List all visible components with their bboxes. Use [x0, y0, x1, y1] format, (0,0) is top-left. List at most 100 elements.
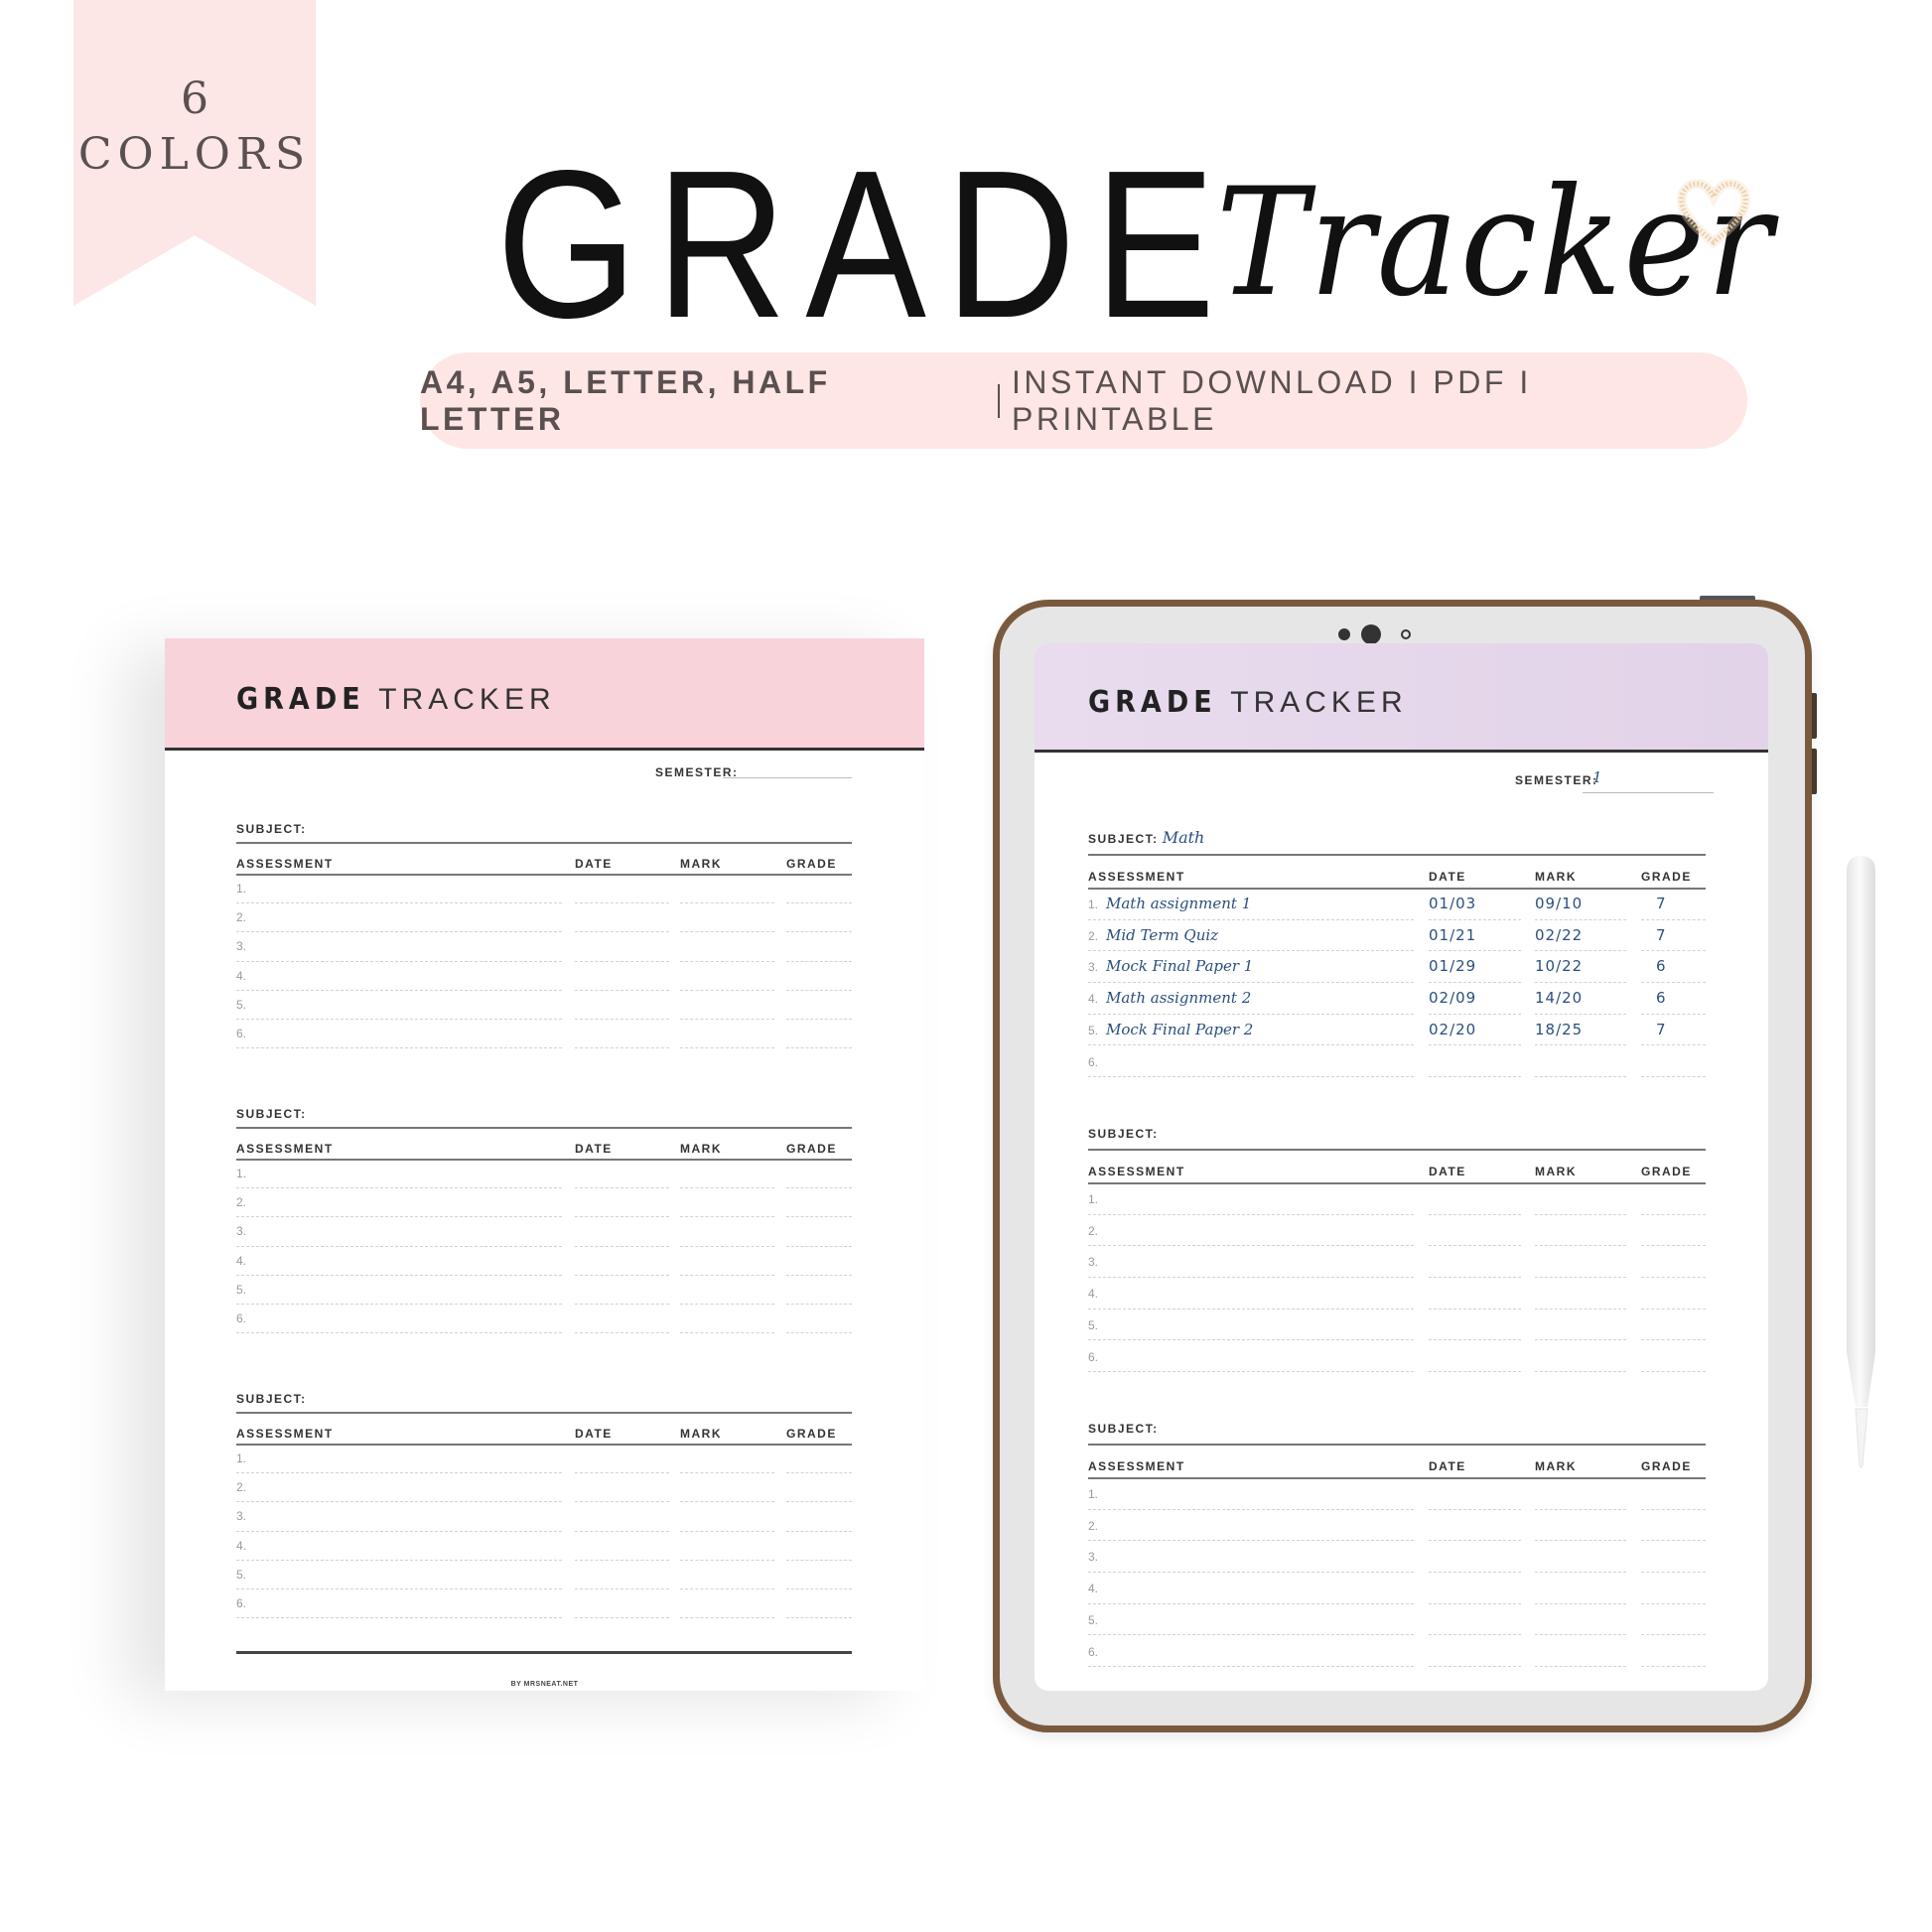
table-row[interactable]: 4. [1088, 1574, 1706, 1605]
entry-line-grade [786, 1530, 852, 1532]
table-row[interactable]: 3. [1088, 1247, 1706, 1279]
row-number: 3. [236, 939, 247, 954]
row-number: 4. [1088, 1287, 1099, 1302]
table-row[interactable]: 3. [1088, 1542, 1706, 1574]
table-row[interactable]: 1. Math assignment 1 01/03 09/10 7 [1088, 890, 1706, 921]
table-row[interactable]: 4. Math assignment 2 02/09 14/20 6 [1088, 984, 1706, 1016]
subject-section: SUBJECT: ASSESSMENT DATE MARK GRADE 1. 2. 3. 4. 5… [1088, 1123, 1706, 1383]
entry-line-mark [680, 989, 774, 991]
entry-line-mark [680, 1617, 774, 1619]
entry-line-grade [786, 989, 852, 991]
cell-assessment[interactable]: Math assignment 1 [1106, 895, 1251, 912]
entry-line-mark [680, 1472, 774, 1474]
table-row[interactable]: 4. [236, 963, 852, 992]
table-row[interactable]: 2. [1088, 1511, 1706, 1543]
table-row[interactable]: 3. [236, 1218, 852, 1247]
entry-line-grade [1641, 918, 1706, 920]
header-light: TRACKER [1230, 686, 1408, 719]
table-row[interactable]: 5. [1088, 1311, 1706, 1342]
cell-date[interactable]: 01/21 [1429, 926, 1476, 944]
entry-line-assessment [1088, 1540, 1414, 1542]
cell-assessment[interactable]: Math assignment 2 [1106, 989, 1251, 1007]
entry-line-date [1429, 950, 1521, 952]
entry-line-grade [786, 931, 852, 933]
table-row[interactable]: 1. [236, 1446, 852, 1474]
table-row[interactable]: 2. [236, 1474, 852, 1503]
table-row[interactable]: 4. [1088, 1279, 1706, 1311]
row-number: 1. [1088, 897, 1099, 911]
column-header-mark: MARK [680, 1142, 722, 1156]
semester-value[interactable]: 1 [1592, 768, 1602, 786]
row-number: 1. [1088, 1487, 1099, 1501]
cell-mark[interactable]: 18/25 [1535, 1021, 1583, 1038]
entry-line-date [1429, 1339, 1521, 1341]
table-row[interactable]: 6. [236, 1306, 852, 1334]
cell-mark[interactable]: 09/10 [1535, 895, 1583, 912]
table-row[interactable]: 3. Mock Final Paper 1 01/29 10/22 6 [1088, 952, 1706, 984]
table-row[interactable]: 3. [236, 1503, 852, 1532]
semester-field[interactable] [1583, 792, 1714, 793]
table-row[interactable]: 3. [236, 933, 852, 962]
cell-grade[interactable]: 7 [1656, 895, 1667, 912]
entry-line-date [575, 989, 669, 991]
cell-mark[interactable]: 14/20 [1535, 989, 1583, 1007]
column-header-assessment: ASSESSMENT [236, 857, 334, 871]
entry-line-mark [680, 1587, 774, 1589]
table-row[interactable]: 5. Mock Final Paper 2 02/20 18/25 7 [1088, 1016, 1706, 1047]
subject-label-text: SUBJECT: [236, 822, 307, 836]
entry-line-mark [1535, 1540, 1626, 1542]
entry-line-mark [680, 1332, 774, 1334]
table-row[interactable]: 4. [236, 1248, 852, 1277]
cell-mark[interactable]: 02/22 [1535, 926, 1583, 944]
cell-mark[interactable]: 10/22 [1535, 957, 1583, 975]
cell-date[interactable]: 02/20 [1429, 1021, 1476, 1038]
cell-date[interactable]: 01/03 [1429, 895, 1476, 912]
entry-line-assessment [1088, 1634, 1414, 1636]
table-row[interactable]: 4. [236, 1533, 852, 1562]
entry-line-grade [1641, 1339, 1706, 1341]
subject-label-text: SUBJECT: [1088, 1422, 1159, 1436]
semester-field[interactable] [723, 777, 852, 778]
cell-assessment[interactable]: Mock Final Paper 1 [1106, 957, 1253, 975]
table-row[interactable]: 2. [236, 904, 852, 933]
entry-line-date [575, 1245, 669, 1247]
table-row[interactable]: 1. [236, 876, 852, 904]
cell-assessment[interactable]: Mock Final Paper 2 [1106, 1021, 1253, 1038]
table-row[interactable]: 6. [1088, 1637, 1706, 1669]
table-row[interactable]: 5. [236, 1562, 852, 1590]
table-row[interactable]: 1. [236, 1161, 852, 1189]
tagline-divider [997, 383, 1000, 418]
table-row[interactable]: 2. Mid Term Quiz 01/21 02/22 7 [1088, 921, 1706, 953]
table-row[interactable]: 2. [1088, 1216, 1706, 1248]
cell-date[interactable]: 01/29 [1429, 957, 1476, 975]
cell-grade[interactable]: 7 [1656, 1021, 1667, 1038]
table-row[interactable]: 6. [1088, 1047, 1706, 1079]
table-row[interactable]: 1. [1088, 1479, 1706, 1511]
table-row[interactable]: 5. [236, 992, 852, 1021]
table-row[interactable]: 6. [236, 1590, 852, 1619]
entry-line-grade [786, 1332, 852, 1334]
cell-grade[interactable]: 7 [1656, 926, 1667, 944]
entry-line-date [1429, 1540, 1521, 1542]
tagline-pill: A4, A5, LETTER, HALF LETTER INSTANT DOWN… [420, 352, 1747, 449]
subject-rule [236, 1412, 852, 1414]
row-number: 2. [1088, 928, 1099, 943]
table-row[interactable]: 6. [1088, 1342, 1706, 1374]
entry-line-mark [1535, 1634, 1626, 1636]
cell-grade[interactable]: 6 [1656, 989, 1667, 1007]
table-row[interactable]: 1. [1088, 1184, 1706, 1216]
entry-line-assessment [1088, 1076, 1414, 1078]
table-row[interactable]: 2. [236, 1189, 852, 1218]
cell-assessment[interactable]: Mid Term Quiz [1106, 926, 1218, 944]
table-row[interactable]: 5. [1088, 1605, 1706, 1637]
table-row[interactable]: 5. [236, 1277, 852, 1306]
header-light: TRACKER [378, 683, 556, 716]
entry-line-grade [1641, 1572, 1706, 1574]
cell-grade[interactable]: 6 [1656, 957, 1667, 975]
entry-line-date [575, 902, 669, 904]
subject-value[interactable]: Math [1163, 828, 1205, 847]
cell-date[interactable]: 02/09 [1429, 989, 1476, 1007]
table-row[interactable]: 6. [236, 1021, 852, 1049]
column-header-mark: MARK [1535, 1165, 1577, 1178]
entry-line-date [1429, 1572, 1521, 1574]
